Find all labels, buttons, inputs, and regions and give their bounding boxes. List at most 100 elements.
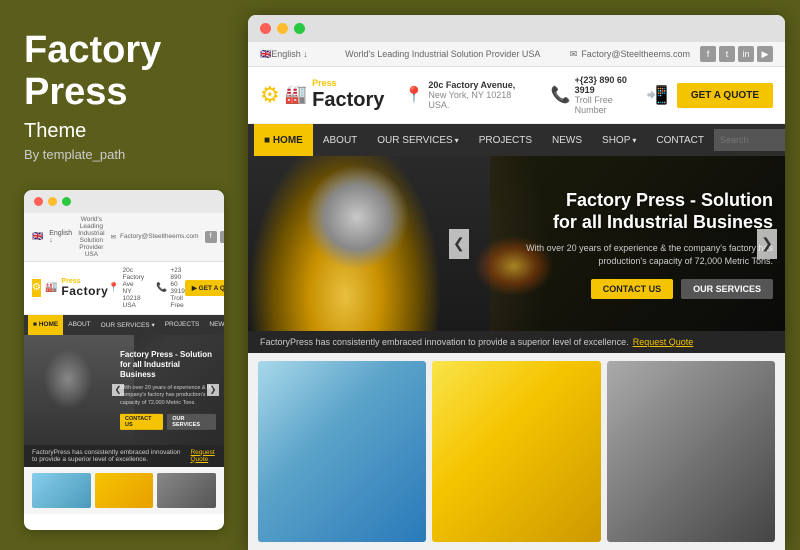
main-banner-link[interactable]: Request Quote [633,337,694,347]
mini-header-info: 📍 20c Factory AveNY 10218 USA 📞 +23 890 … [108,267,185,309]
main-top-bar: 🇬🇧 English ↓ World's Leading Industrial … [248,42,785,67]
mini-thumbnail-2 [95,473,154,508]
mini-factory-building-icon: 🏭 [45,282,57,293]
mini-location-icon: 📍 [108,282,119,293]
main-facebook-icon[interactable]: f [700,46,716,62]
main-search-input[interactable] [714,129,785,151]
main-quote-button[interactable]: GET A QUOTE [677,83,773,108]
main-tagline: World's Leading Industrial Solution Prov… [316,49,570,59]
main-nav-services[interactable]: OUR SERVICES ▾ [367,124,468,156]
mini-email: ✉ Factory@Steeltheems.com [111,233,199,241]
main-address-line2: New York, NY 10218 USA. [428,90,530,110]
mini-hero: Factory Press - Solution for all Industr… [24,335,224,445]
mini-hero-subtitle: With over 20 years of experience & the c… [120,385,216,408]
main-browser-bar [248,15,785,42]
main-header: ⚙ 🏭 Press Factory 📍 20c Factory Avenue, … [248,67,785,124]
main-address-info: 📍 20c Factory Avenue, New York, NY 10218… [404,75,530,115]
sidebar-author: By template_path [24,147,224,162]
main-address-text: 20c Factory Avenue, New York, NY 10218 U… [428,80,530,110]
mini-nav: ■ HOME ABOUT OUR SERVICES ▾ PROJECTS NEW… [24,315,224,335]
mini-contact-button[interactable]: CONTACT US [120,414,163,430]
main-phone-sub: Troll Free Number [575,95,647,115]
main-phone-number: +{23} 890 60 3919 [575,75,647,95]
mini-hero-next-arrow[interactable]: ❯ [207,384,219,396]
main-logo-press-text: Press [312,79,384,89]
main-nav-contact[interactable]: CONTACT [646,124,714,156]
main-nav-search: 🔍 [714,129,785,151]
mini-nav-news[interactable]: NEWS [204,315,224,335]
mini-address-text: 20c Factory AveNY 10218 USA [123,267,145,309]
main-browser: 🇬🇧 English ↓ World's Leading Industrial … [248,15,785,550]
mini-hero-prev-arrow[interactable]: ❮ [112,384,124,396]
main-dot-red [260,23,271,34]
main-nav: ■ HOME ABOUT OUR SERVICES ▾ PROJECTS NEW… [248,124,785,156]
main-hero-next-arrow[interactable]: ❯ [757,229,777,259]
mini-thumbnail-3 [157,473,216,508]
mini-thumbnails [24,467,224,514]
main-contact-button[interactable]: CONTACT US [591,279,673,299]
mini-phone-text: +23 890 60 3919Troll Free [170,267,184,309]
mini-hero-title: Factory Press - Solution for all Industr… [120,349,216,380]
mini-banner-link[interactable]: Request Quote [190,449,216,463]
mini-address-item: 📍 20c Factory AveNY 10218 USA [108,267,144,309]
main-nav-projects[interactable]: PROJECTS [469,124,542,156]
main-hero-buttons: CONTACT US OUR SERVICES [494,279,773,299]
mini-phone-item: 📞 +23 890 60 3919Troll Free [156,267,185,309]
main-language[interactable]: English ↓ [271,49,308,59]
main-thumbnail-workers [607,361,775,542]
mini-logo-factory: Factory [61,285,108,297]
main-dot-green [294,23,305,34]
main-hero-text: Factory Press - Solutionfor all Industri… [494,189,773,299]
main-header-info: 📍 20c Factory Avenue, New York, NY 10218… [404,75,646,115]
mini-facebook-icon[interactable]: f [205,231,217,243]
main-social-icons: f t in ▶ [700,46,773,62]
mini-banner-text: FactoryPress has consistently embraced i… [32,449,187,463]
main-thumbnail-industrial [432,361,600,542]
main-services-button[interactable]: OUR SERVICES [681,279,773,299]
main-hero-title: Factory Press - Solutionfor all Industri… [494,189,773,234]
main-nav-news[interactable]: NEWS [542,124,592,156]
mini-settings-icon[interactable]: ⚙ [32,279,41,297]
mini-nav-about[interactable]: ABOUT [63,315,95,335]
main-nav-shop[interactable]: SHOP ▾ [592,124,646,156]
main-banner-text: FactoryPress has consistently embraced i… [260,337,629,347]
mini-nav-projects[interactable]: PROJECTS [160,315,205,335]
mini-dot-red [34,197,43,206]
sidebar: FactoryPress Theme By template_path 🇬🇧 E… [0,0,248,550]
main-contact-icon[interactable]: 📲 [646,85,668,106]
mini-nav-services[interactable]: OUR SERVICES ▾ [96,315,160,335]
mini-dot-yellow [48,197,57,206]
main-hero-subtitle: With over 20 years of experience & the c… [494,242,773,269]
mini-nav-home[interactable]: ■ HOME [28,315,63,335]
mini-services-button[interactable]: OUR SERVICES [167,414,216,430]
shop-dropdown-arrow: ▾ [632,136,636,145]
main-nav-home[interactable]: ■ HOME [254,124,313,156]
main-dot-yellow [277,23,288,34]
main-content: 🇬🇧 English ↓ World's Leading Industrial … [248,42,785,550]
main-phone-info: 📞 +{23} 890 60 3919 Troll Free Number [551,75,647,115]
mini-thumbnail-1 [32,473,91,508]
main-address-line1: 20c Factory Avenue, [428,80,530,90]
main-youtube-icon[interactable]: ▶ [757,46,773,62]
main-twitter-icon[interactable]: t [719,46,735,62]
mini-quote-button[interactable]: ▶ GET A QUOTE [185,280,224,296]
main-banner: FactoryPress has consistently embraced i… [248,331,785,353]
mini-browser-bar [24,190,224,213]
sidebar-subtitle: Theme [24,120,224,143]
main-hero-prev-arrow[interactable]: ❮ [449,229,469,259]
main-thumbnail-wind [258,361,426,542]
main-header-actions: 📲 GET A QUOTE [646,83,773,108]
main-top-bar-right: ✉ Factory@Steeltheems.com f t in ▶ [570,46,773,62]
main-logo-text: Press Factory [312,79,384,111]
mini-browser-preview: 🇬🇧 English ↓ World's Leading Industrial … [24,190,224,530]
mini-tagline: World's Leading Industrial Solution Prov… [78,216,104,258]
main-nav-about[interactable]: ABOUT [313,124,367,156]
main-phone-icon: 📞 [551,85,571,105]
main-linkedin-icon[interactable]: in [738,46,754,62]
main-flag-icon: 🇬🇧 [260,49,271,60]
mini-header: ⚙ 🏭 Press Factory 📍 20c Factory AveNY 10… [24,262,224,315]
mini-language[interactable]: English ↓ [49,230,72,244]
mini-twitter-icon[interactable]: t [220,231,224,243]
mini-email-text: Factory@Steeltheems.com [120,233,199,240]
mini-logo-text: Press Factory [61,278,108,297]
